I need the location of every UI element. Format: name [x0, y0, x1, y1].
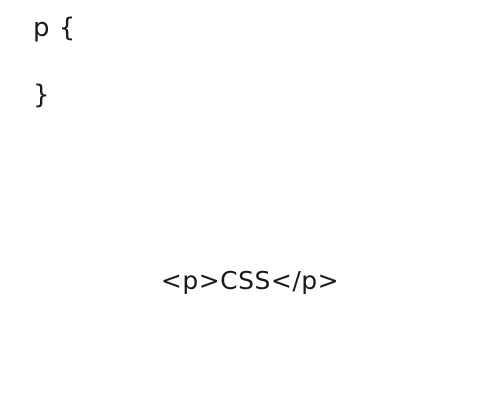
preview-markup-text: <p>CSS</p>	[160, 266, 340, 295]
css-code-editor[interactable]: p { }	[0, 0, 500, 200]
code-line-selector[interactable]: p {	[33, 13, 76, 43]
html-preview: <p>CSS</p>	[0, 200, 500, 400]
code-line-closing-brace[interactable]: }	[33, 80, 50, 110]
